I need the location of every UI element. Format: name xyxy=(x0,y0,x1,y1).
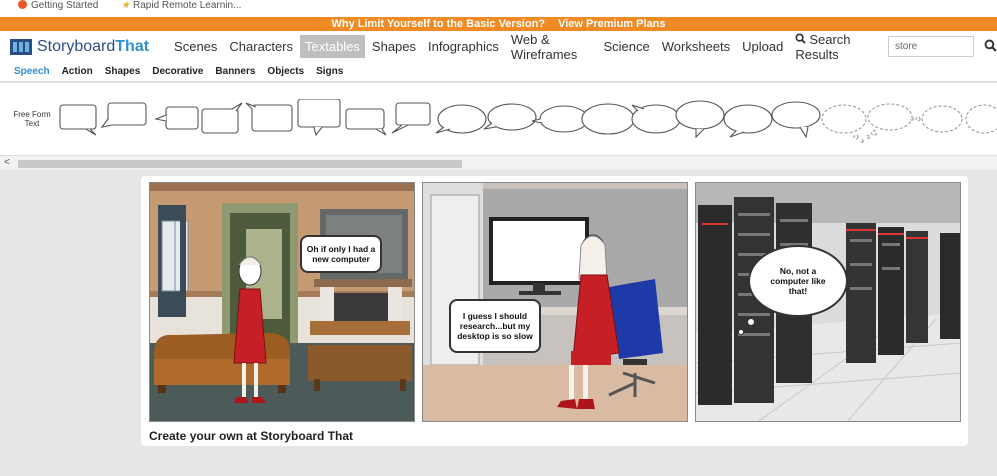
scrollbar-thumb[interactable] xyxy=(18,160,462,168)
bubble-thought-1[interactable] xyxy=(821,104,867,143)
subtab-speech[interactable]: Speech xyxy=(14,66,50,77)
thought-dot-small xyxy=(738,329,744,335)
nav-search-results[interactable]: Search Results xyxy=(790,28,876,66)
nav-characters[interactable]: Characters xyxy=(224,35,298,58)
bubble-rect-4[interactable] xyxy=(201,102,243,134)
storyboard-panel-1[interactable]: Oh if only I had a new computer xyxy=(149,182,415,422)
bubble-thought-3[interactable] xyxy=(910,105,963,133)
panel-3-dialogue: No, not a computer like that! xyxy=(770,266,826,296)
search-input[interactable] xyxy=(888,36,974,57)
speech-bubble-palette: Free Form Text xyxy=(0,83,997,155)
scroll-left-arrow[interactable]: < xyxy=(4,157,10,168)
search-icon xyxy=(984,39,997,52)
bubble-rect-1[interactable] xyxy=(59,104,97,136)
nav-scenes[interactable]: Scenes xyxy=(169,35,222,58)
subtab-action[interactable]: Action xyxy=(62,66,93,77)
storyboard-panel-2[interactable]: I guess I should research...but my deskt… xyxy=(422,182,688,422)
bubble-rect-7[interactable] xyxy=(345,108,387,136)
nav-shapes[interactable]: Shapes xyxy=(367,35,421,58)
subtab-shapes[interactable]: Shapes xyxy=(105,66,141,77)
bookmark-getting-started[interactable]: Getting Started xyxy=(18,0,108,11)
nav-web-wireframes[interactable]: Web & Wireframes xyxy=(506,28,597,66)
logo-text-storyboard: Storyboard xyxy=(37,37,116,55)
bubble-oval-3[interactable] xyxy=(531,105,589,133)
storyboard-caption[interactable]: Create your own at Storyboard That xyxy=(149,429,353,443)
logo-text-that: That xyxy=(115,37,150,55)
logo-icon xyxy=(10,38,32,55)
bubble-oval-7[interactable] xyxy=(723,104,773,138)
bubble-oval-4[interactable] xyxy=(581,103,635,135)
palette-scrollbar[interactable]: < xyxy=(0,155,997,170)
bubble-rect-3[interactable] xyxy=(154,106,199,130)
subtab-banners[interactable]: Banners xyxy=(215,66,255,77)
bubble-oval-2[interactable] xyxy=(483,103,537,131)
star-icon: ★ xyxy=(121,0,131,11)
subtab-decorative[interactable]: Decorative xyxy=(152,66,203,77)
firefox-icon xyxy=(18,0,27,9)
panel-1-dialogue: Oh if only I had a new computer xyxy=(306,244,376,264)
storyboard-panel-3[interactable]: No, not a computer like that! xyxy=(695,182,961,422)
bubble-rect-2[interactable] xyxy=(100,102,147,128)
main-nav: StoryboardThat Scenes Characters Textabl… xyxy=(0,31,997,62)
speech-bubble-panel-1[interactable]: Oh if only I had a new computer xyxy=(300,235,382,273)
speech-bubble-panel-2[interactable]: I guess I should research...but my deskt… xyxy=(449,299,541,353)
nav-worksheets[interactable]: Worksheets xyxy=(657,35,735,58)
speech-bubble-list xyxy=(59,99,997,143)
thought-dot-large xyxy=(746,317,756,327)
panel-2-dialogue: I guess I should research...but my deskt… xyxy=(457,311,533,341)
thought-bubble-panel-3[interactable]: No, not a computer like that! xyxy=(748,245,848,317)
search-icon xyxy=(795,32,807,44)
search-button[interactable] xyxy=(984,39,997,55)
bubble-rect-8[interactable] xyxy=(391,102,431,134)
nav-textables[interactable]: Textables xyxy=(300,35,365,58)
subtab-objects[interactable]: Objects xyxy=(267,66,304,77)
bubble-thought-2[interactable] xyxy=(866,103,913,139)
textables-subtabs: Speech Action Shapes Decorative Banners … xyxy=(0,62,997,82)
bubble-oval-8[interactable] xyxy=(771,101,821,139)
storyboardthat-logo[interactable]: StoryboardThat xyxy=(10,38,149,56)
bubble-oval-1[interactable] xyxy=(435,104,487,134)
bookmarks-bar: Getting Started ★ Rapid Remote Learnin... xyxy=(0,0,997,17)
bubble-oval-6[interactable] xyxy=(675,100,725,139)
free-form-text-item[interactable]: Free Form Text xyxy=(13,110,51,128)
nav-upload[interactable]: Upload xyxy=(737,35,788,58)
bubble-thought-4[interactable] xyxy=(965,104,997,134)
bubble-oval-5[interactable] xyxy=(631,104,681,134)
nav-science[interactable]: Science xyxy=(598,35,654,58)
bookmark-rapid-remote[interactable]: ★ Rapid Remote Learnin... xyxy=(121,0,251,11)
bubble-rect-6[interactable] xyxy=(297,99,341,137)
living-room-scene xyxy=(150,183,414,421)
nav-infographics[interactable]: Infographics xyxy=(423,35,504,58)
subtab-signs[interactable]: Signs xyxy=(316,66,343,77)
bubble-rect-5[interactable] xyxy=(245,102,293,132)
storyboard-card: Oh if only I had a new computer I guess … xyxy=(141,176,968,446)
